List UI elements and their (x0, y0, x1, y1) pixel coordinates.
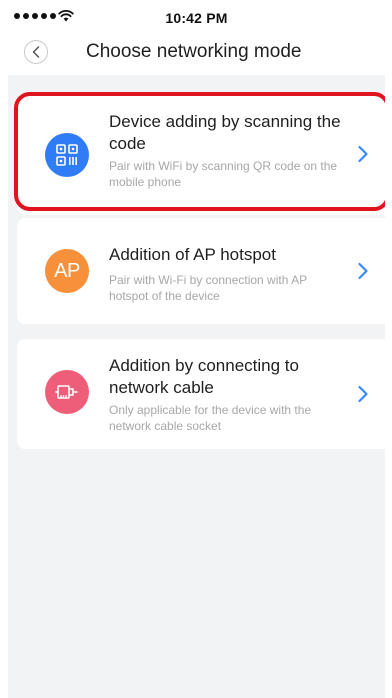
chevron-left-icon (32, 46, 40, 58)
ap-hotspot-icon: AP (45, 249, 89, 293)
option-scan-code[interactable]: Device adding by scanning the code Pair … (17, 95, 385, 215)
chevron-right-icon (358, 385, 368, 403)
option-text: Addition of AP hotspot Pair with Wi-Fi b… (109, 244, 349, 304)
option-description: Only applicable for the device with the … (109, 403, 312, 433)
phone-screen: 10:42 PM Choose networking mode Device a… (8, 0, 385, 698)
back-button[interactable] (24, 40, 48, 64)
qr-code-icon (45, 133, 89, 177)
option-title: Addition by connecting to network cable (109, 356, 299, 397)
status-bar: 10:42 PM (8, 0, 385, 34)
navigation-bar: Choose networking mode (8, 34, 385, 74)
ethernet-plug-icon (45, 370, 89, 414)
option-text: Device adding by scanning the code Pair … (109, 111, 349, 190)
ap-icon-label: AP (54, 259, 80, 282)
options-list: Device adding by scanning the code Pair … (8, 75, 385, 698)
option-network-cable[interactable]: Addition by connecting to network cable … (17, 339, 385, 449)
option-text: Addition by connecting to network cable … (109, 355, 349, 434)
page-title: Choose networking mode (86, 41, 302, 62)
option-ap-hotspot[interactable]: AP Addition of AP hotspot Pair with Wi-F… (17, 218, 385, 324)
chevron-right-icon (358, 145, 368, 163)
option-description: Pair with WiFi by scanning QR code on th… (109, 159, 338, 189)
option-title: Addition of AP hotspot (109, 245, 276, 264)
chevron-right-icon (358, 262, 368, 280)
option-title: Device adding by scanning the code (109, 112, 341, 153)
status-time: 10:42 PM (165, 10, 228, 26)
option-description: Pair with Wi-Fi by connection with AP ho… (109, 273, 307, 303)
